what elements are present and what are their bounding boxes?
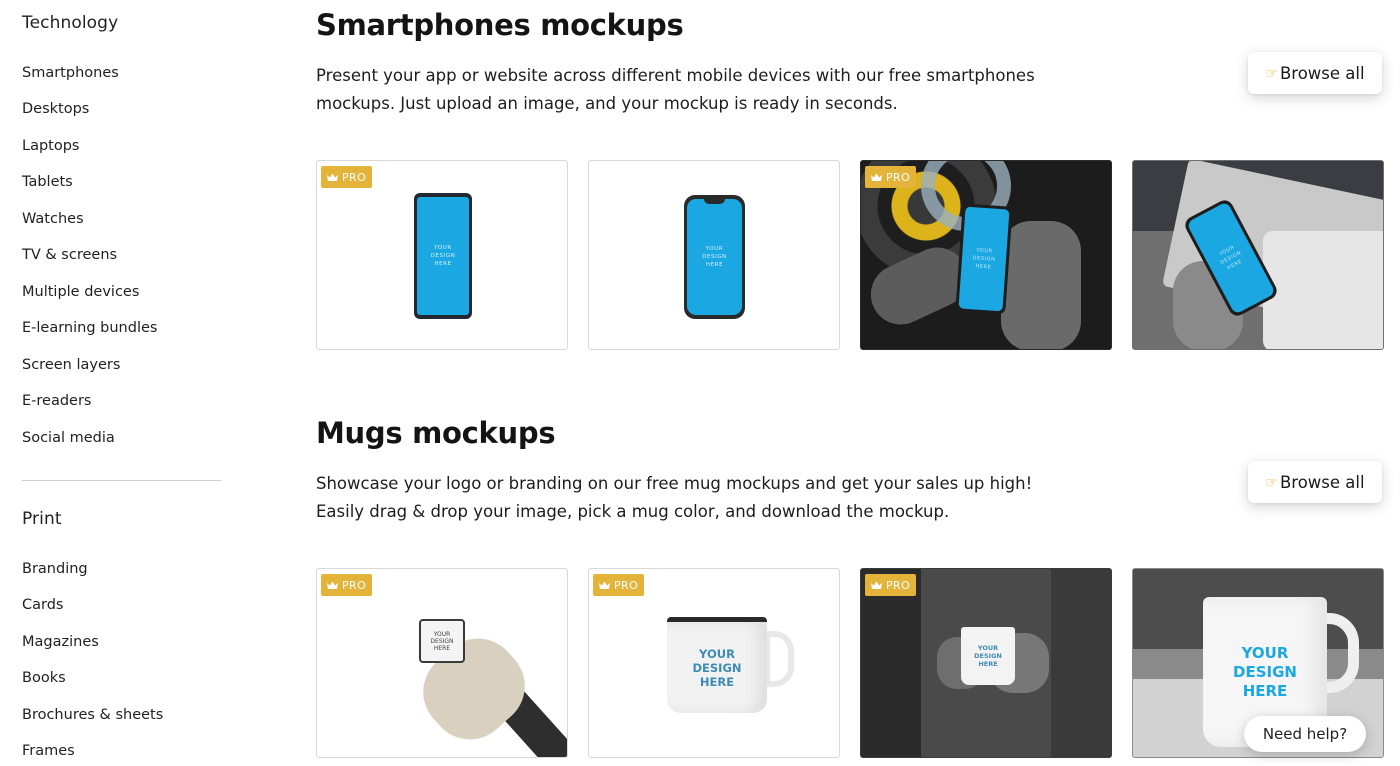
mug-placeholder-text: YOUR DESIGN HERE (1233, 643, 1297, 700)
browse-all-label: Browse all (1279, 472, 1365, 492)
mockup-card[interactable]: YOUR DESIGN HERE (1132, 160, 1384, 350)
pro-badge-label: PRO (886, 170, 911, 184)
smartphones-card-grid: PRO YOUR DESIGN HERE YOUR DESIGN HERE PR… (316, 160, 1384, 350)
phone-screen: YOUR DESIGN HERE (958, 206, 1010, 312)
sidebar-item-laptops[interactable]: Laptops (22, 138, 79, 154)
crown-icon (599, 581, 610, 589)
screen-placeholder-text: YOUR DESIGN HERE (1218, 244, 1244, 272)
sidebar-item-brochures-sheets[interactable]: Brochures & sheets (22, 707, 163, 723)
crown-icon (327, 173, 338, 181)
section-title-smartphones: Smartphones mockups (316, 8, 684, 42)
pro-badge: PRO (865, 574, 917, 596)
sidebar-item-desktops[interactable]: Desktops (22, 101, 89, 117)
pro-badge: PRO (593, 574, 645, 596)
sidebar-item-e-readers[interactable]: E-readers (22, 393, 91, 409)
pro-badge-label: PRO (342, 170, 367, 184)
mug-placeholder-text: YOUR DESIGN HERE (430, 630, 454, 652)
pointing-hand-icon: ☞ (1265, 475, 1278, 491)
pro-badge: PRO (321, 574, 373, 596)
section-title-mugs: Mugs mockups (316, 416, 556, 450)
sidebar-heading-print: Print (22, 509, 62, 529)
sidebar-item-social-media[interactable]: Social media (22, 430, 115, 446)
mockup-card[interactable]: YOUR DESIGN HERE (588, 160, 840, 350)
pro-badge: PRO (865, 166, 917, 188)
sidebar-item-screen-layers[interactable]: Screen layers (22, 357, 120, 373)
sidebar-item-branding[interactable]: Branding (22, 561, 88, 577)
section-description-mugs: Showcase your logo or branding on our fr… (316, 474, 1033, 521)
mugs-section: Mugs mockups Showcase your logo or brand… (316, 408, 1386, 766)
mug-placeholder-text: YOUR DESIGN HERE (692, 646, 742, 689)
pointing-hand-icon: ☞ (1265, 66, 1278, 82)
mockup-card[interactable]: PRO YOUR DESIGN HERE (316, 160, 568, 350)
mockup-card[interactable]: YOUR DESIGN HERE PRO (860, 568, 1112, 758)
pro-badge-label: PRO (342, 578, 367, 592)
crown-icon (871, 173, 882, 181)
phone-screen: YOUR DESIGN HERE (687, 199, 742, 315)
sidebar-heading-technology: Technology (22, 13, 119, 33)
mug-image: YOUR DESIGN HERE (419, 619, 465, 663)
pro-badge-label: PRO (886, 578, 911, 592)
screen-placeholder-text: YOUR DESIGN HERE (430, 245, 456, 267)
crown-icon (327, 581, 338, 589)
mug-placeholder-text: YOUR DESIGN HERE (974, 644, 1002, 668)
mug-handle (764, 631, 794, 687)
phone-notch (704, 198, 725, 204)
screen-placeholder-text: YOUR DESIGN HERE (702, 246, 727, 268)
mockup-card[interactable]: PRO YOUR DESIGN HERE (588, 568, 840, 758)
browse-all-button-mugs[interactable]: ☞ Browse all (1248, 461, 1382, 503)
sidebar-divider (22, 480, 221, 481)
need-help-button[interactable]: Need help? (1244, 716, 1366, 752)
smartphone-image: YOUR DESIGN HERE (684, 195, 745, 319)
browse-all-label: Browse all (1279, 63, 1365, 83)
screen-placeholder-text: YOUR DESIGN HERE (972, 247, 996, 271)
pro-badge: PRO (321, 166, 373, 188)
smartphone-image: YOUR DESIGN HERE (955, 203, 1013, 315)
mockup-card[interactable]: PRO YOUR DESIGN HERE (860, 160, 1112, 350)
sidebar-item-books[interactable]: Books (22, 670, 66, 686)
mug-image: YOUR DESIGN HERE (667, 617, 767, 713)
smartphone-image: YOUR DESIGN HERE (414, 193, 472, 319)
sidebar-item-multiple-devices[interactable]: Multiple devices (22, 284, 139, 300)
mug-image: YOUR DESIGN HERE (961, 627, 1015, 685)
smartphones-section: Smartphones mockups Present your app or … (316, 0, 1386, 360)
browse-all-button-smartphones[interactable]: ☞ Browse all (1248, 52, 1382, 94)
sidebar-item-tablets[interactable]: Tablets (22, 174, 73, 190)
sidebar: Technology Smartphones Desktops Laptops … (0, 0, 260, 766)
surface-shape (1263, 231, 1383, 349)
sidebar-item-watches[interactable]: Watches (22, 211, 84, 227)
mockup-card[interactable]: PRO YOUR DESIGN HERE (316, 568, 568, 758)
pro-badge-label: PRO (614, 578, 639, 592)
crown-icon (871, 581, 882, 589)
sidebar-item-tv-screens[interactable]: TV & screens (22, 247, 117, 263)
sidebar-item-frames[interactable]: Frames (22, 743, 75, 759)
sidebar-item-e-learning-bundles[interactable]: E-learning bundles (22, 320, 157, 336)
hand-shape (1001, 221, 1081, 349)
section-description-smartphones: Present your app or website across diffe… (316, 66, 1035, 113)
sidebar-item-smartphones[interactable]: Smartphones (22, 65, 119, 81)
mugs-card-grid: PRO YOUR DESIGN HERE PRO YOUR DESIGN HER… (316, 568, 1384, 758)
phone-screen: YOUR DESIGN HERE (417, 197, 469, 315)
sidebar-item-cards[interactable]: Cards (22, 597, 63, 613)
sidebar-item-magazines[interactable]: Magazines (22, 634, 99, 650)
